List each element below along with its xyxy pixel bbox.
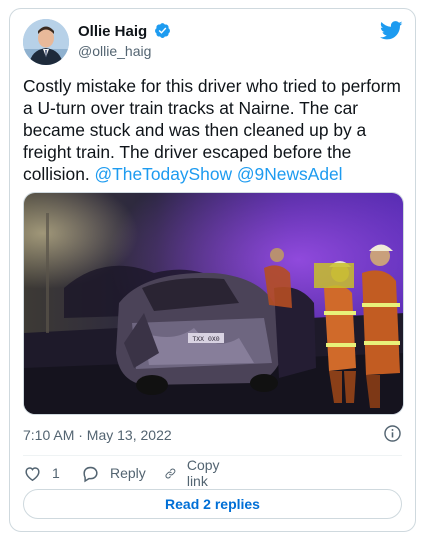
- avatar[interactable]: [23, 19, 69, 65]
- mention-link[interactable]: @9NewsAdel: [237, 164, 343, 184]
- copy-link-button[interactable]: Copy link: [164, 457, 226, 489]
- tweet-text: Costly mistake for this driver who tried…: [23, 75, 408, 185]
- avatar-image: [23, 19, 69, 65]
- mention-link[interactable]: @TheTodayShow: [95, 164, 233, 184]
- author-name-row[interactable]: Ollie Haig: [78, 22, 171, 44]
- tweet-photo[interactable]: TXX 0X0: [23, 192, 404, 415]
- author-handle[interactable]: @ollie_haig: [78, 42, 151, 60]
- license-plate: TXX 0X0: [192, 336, 219, 343]
- like-button[interactable]: 1: [23, 461, 60, 485]
- info-icon[interactable]: [383, 424, 402, 448]
- crash-photo: TXX 0X0: [24, 193, 403, 414]
- like-count: 1: [52, 465, 60, 481]
- read-replies-button[interactable]: Read 2 replies: [23, 489, 402, 519]
- author-name[interactable]: Ollie Haig: [78, 23, 147, 40]
- reply-label: Reply: [110, 465, 146, 481]
- twitter-bird-icon[interactable]: [379, 21, 403, 45]
- reply-bubble-icon: [83, 466, 98, 482]
- copy-link-label: Copy link: [186, 457, 220, 489]
- reply-button[interactable]: Reply: [81, 461, 146, 485]
- divider: [23, 455, 402, 456]
- tweet-card: Ollie Haig @ollie_haig Costly mistake fo…: [9, 8, 416, 532]
- link-icon: [165, 468, 176, 478]
- verified-badge-icon: [154, 22, 171, 44]
- tweet-timestamp[interactable]: 7:10 AM · May 13, 2022: [23, 427, 172, 443]
- read-replies-label: Read 2 replies: [165, 496, 260, 512]
- heart-icon: [25, 466, 40, 481]
